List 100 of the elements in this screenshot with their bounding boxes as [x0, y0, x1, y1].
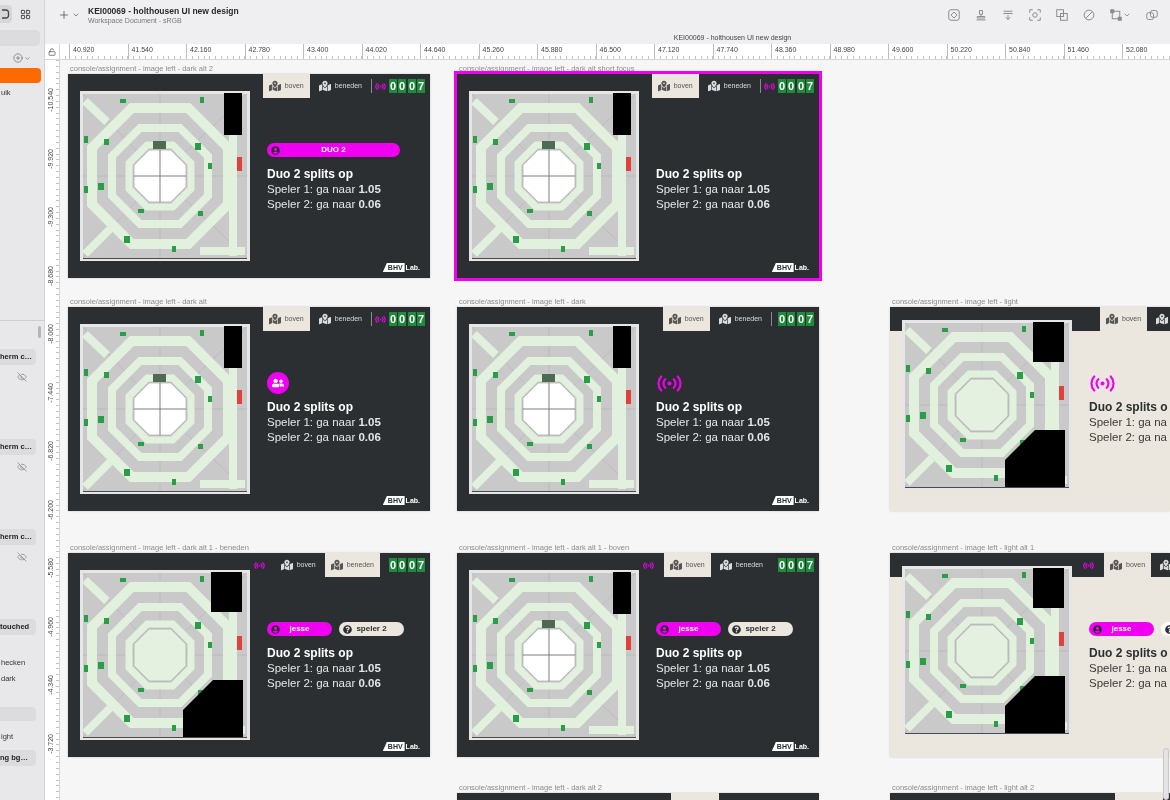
linked-squares-icon[interactable] [1146, 9, 1158, 21]
map-icon [330, 559, 343, 571]
map-icon [718, 313, 731, 325]
instruction-text: Speler 2: ga naar 0.06 [267, 676, 382, 691]
signal-icon [1083, 561, 1094, 569]
timer-digit: 7 [417, 312, 425, 326]
diamond-icon[interactable] [948, 9, 960, 21]
timer-digit: 0 [389, 79, 397, 93]
instruction-text: Speler 1: ga naar 1.05 [267, 182, 382, 197]
timer-digit: 7 [806, 558, 814, 572]
user-icon [271, 624, 280, 634]
timer-digit: 7 [806, 79, 814, 93]
map-icon [318, 313, 331, 325]
instruction-text: Speler 1: ga naar 1.05 [656, 415, 771, 430]
map-icon [280, 559, 293, 571]
map-icon [1156, 313, 1169, 325]
view-button[interactable] [0, 5, 12, 23]
instruction-text: Speler 2: ga na [1089, 430, 1168, 445]
timer-digit: 0 [408, 558, 416, 572]
map-icon [707, 80, 720, 92]
signal-icon [375, 315, 386, 323]
timer-digit: 7 [417, 558, 425, 572]
group-icon [267, 372, 289, 394]
timer-digit: 0 [778, 558, 786, 572]
eye-off-icon[interactable] [17, 552, 27, 562]
instruction-text: Speler 2: ga naar 0.06 [267, 197, 382, 212]
heading: Duo 2 splits o [1089, 646, 1169, 661]
timer-digit: 7 [417, 79, 425, 93]
user-icon [271, 145, 280, 155]
document-title: KEI00069 - holthousen UI new design [88, 5, 239, 16]
map-icon [669, 559, 682, 571]
chevron-down-icon [24, 54, 31, 62]
signal-icon [642, 561, 654, 569]
scrollbar-thumb [38, 326, 41, 338]
instruction-text: Speler 2: ga naar 0.06 [267, 430, 382, 445]
instruction-text: Speler 1: ga naar 1.05 [267, 415, 382, 430]
signal-icon [656, 374, 683, 392]
plus-icon [58, 9, 70, 21]
question-icon [732, 624, 741, 634]
map-icon [318, 80, 331, 92]
question-icon [343, 624, 352, 634]
map-icon [668, 313, 681, 325]
timer-digit: 0 [787, 312, 795, 326]
map-icon [1106, 313, 1118, 325]
grid-icon[interactable] [20, 8, 31, 20]
duo-label: DUO 2 [320, 145, 347, 155]
player-name: jesse [677, 624, 700, 634]
instruction-text: Speler 2: ga naar 0.06 [656, 197, 771, 212]
timer-digit: 0 [398, 558, 406, 572]
instruction-text: Speler 2: ga naar 0.06 [656, 676, 771, 691]
timer-digit: 0 [787, 79, 795, 93]
heading: Duo 2 splits op [267, 646, 354, 661]
signal-icon [764, 82, 775, 90]
signal-icon [1089, 374, 1116, 392]
add-button[interactable] [58, 9, 80, 21]
player-name: speler 2 [355, 624, 388, 634]
map-icon [719, 559, 732, 571]
player-name: jesse [288, 624, 311, 634]
heading: Duo 2 splits op [656, 400, 743, 415]
instruction-text: Speler 2: ga naar 0.06 [656, 430, 771, 445]
chevron-down-icon [72, 11, 80, 19]
focus-icon[interactable] [1029, 9, 1041, 21]
chevron-down-icon [1123, 11, 1131, 19]
bounding-box-icon[interactable] [1110, 9, 1122, 21]
timer-digit: 0 [797, 558, 805, 572]
eye-off-icon[interactable] [17, 462, 27, 472]
timer-digit: 0 [398, 312, 406, 326]
circle-slash-icon[interactable] [1083, 9, 1095, 21]
heading: Duo 2 splits op [267, 400, 354, 415]
timer-digit: 0 [778, 312, 786, 326]
player-name: speler 2 [744, 624, 777, 634]
instruction-text: Speler 1: ga naar 1.05 [267, 661, 382, 676]
timer-digit: 0 [408, 312, 416, 326]
map-icon [1110, 559, 1122, 571]
user-icon [660, 624, 669, 634]
stamp-icon[interactable] [975, 9, 987, 21]
timer-digit: 7 [806, 312, 814, 326]
instruction-text: Speler 2: ga na [1089, 676, 1168, 691]
timer-digit: 0 [797, 79, 805, 93]
overlap-squares-icon[interactable] [1056, 9, 1068, 21]
lock-icon[interactable] [48, 47, 56, 56]
align-down-icon[interactable] [1002, 9, 1014, 21]
timer-digit: 0 [389, 312, 397, 326]
add-button[interactable] [13, 52, 31, 64]
timer-digit: 0 [408, 79, 416, 93]
eye-off-icon[interactable] [17, 372, 27, 382]
heading: Duo 2 splits o [1089, 400, 1169, 415]
plus-circle-icon [13, 53, 23, 63]
signal-icon [375, 82, 386, 90]
map-icon [268, 80, 281, 92]
timer-digit: 0 [389, 558, 397, 572]
instruction-text: Speler 1: ga naar 1.05 [656, 661, 771, 676]
heading: Duo 2 splits op [656, 167, 743, 182]
map-icon [657, 80, 670, 92]
map-icon [268, 313, 281, 325]
timer-digit: 0 [787, 558, 795, 572]
map-icon [1160, 559, 1170, 571]
timer-digit: 0 [778, 79, 786, 93]
timer-digit: 0 [398, 79, 406, 93]
instruction-text: Speler 1: ga na [1089, 661, 1168, 676]
